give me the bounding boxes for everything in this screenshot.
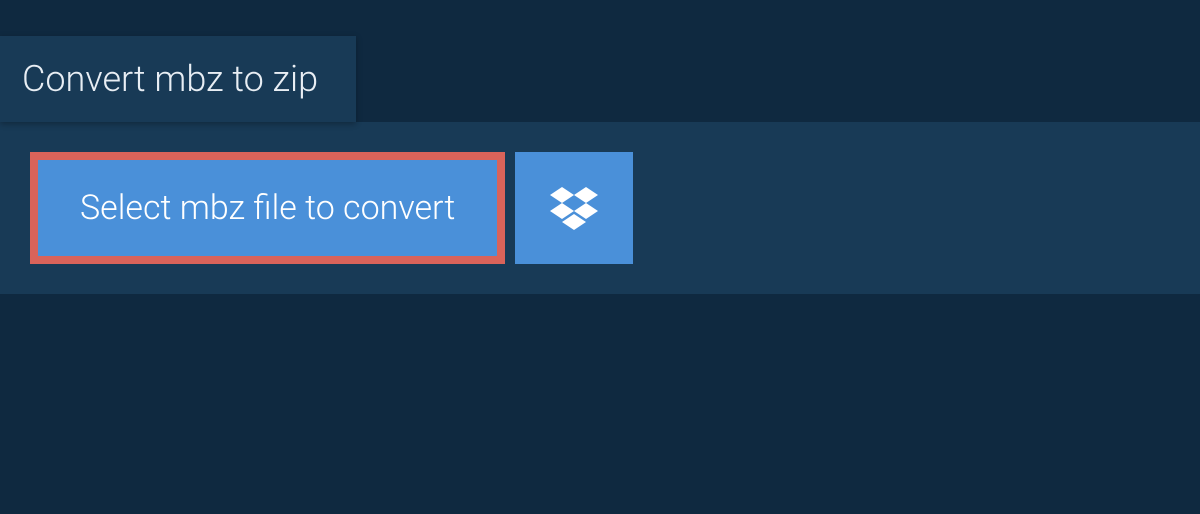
tab-header: Convert mbz to zip <box>0 36 356 122</box>
content-panel: Select mbz file to convert <box>0 122 1200 294</box>
button-row: Select mbz file to convert <box>30 152 1170 264</box>
page-title: Convert mbz to zip <box>22 58 318 100</box>
dropbox-icon <box>550 183 598 234</box>
dropbox-button[interactable] <box>515 152 633 264</box>
select-file-button[interactable]: Select mbz file to convert <box>30 152 505 264</box>
bottom-space <box>0 294 1200 514</box>
